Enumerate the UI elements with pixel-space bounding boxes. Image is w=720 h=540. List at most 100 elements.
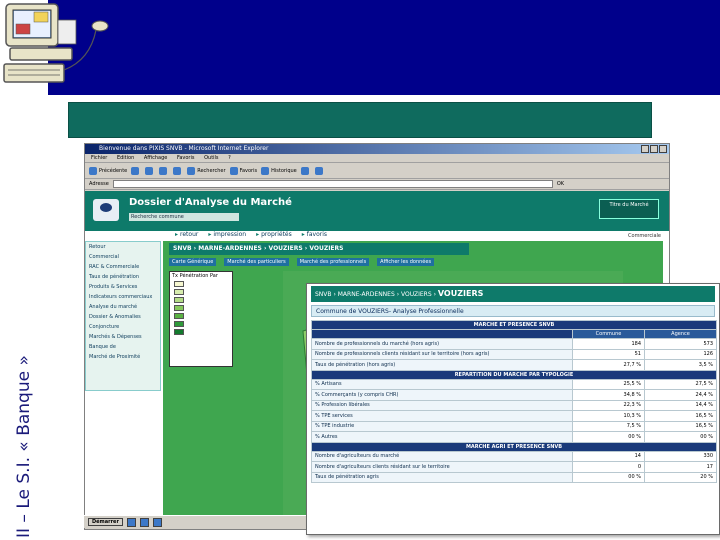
sidebar-item[interactable]: Indicateurs commerciaux: [89, 294, 157, 300]
crumb-link[interactable]: SNVB: [315, 291, 332, 298]
mail-button[interactable]: [300, 163, 311, 178]
crumb-current: VOUZIERS: [309, 245, 344, 252]
row-commune-value: 7,5 %: [572, 420, 645, 432]
sidebar-item[interactable]: Produits & Services: [89, 284, 157, 290]
row-commune-value: 51: [572, 348, 645, 360]
browser-title: Bienvenue dans PIXIS SNVB - Microsoft In…: [99, 145, 269, 152]
commune-search-input[interactable]: Recherche commune: [129, 213, 239, 221]
menu-item[interactable]: Outils: [204, 155, 218, 161]
tab-afficher-donnees[interactable]: Afficher les données: [377, 258, 435, 266]
tab-carte-generique[interactable]: Carte Générique: [169, 258, 217, 266]
sidebar-item[interactable]: Dossier & Anomalies: [89, 314, 157, 320]
map-tabs: Carte Générique Marché des particuliers …: [169, 258, 435, 266]
legend-swatch: [174, 329, 184, 335]
address-label: Adresse: [89, 180, 109, 187]
history-icon: [261, 166, 270, 175]
section-header-row: REPARTITION DU MARCHE PAR TYPOLOGIE: [311, 369, 717, 380]
row-agence-value: 16,5 %: [644, 420, 717, 432]
mail-icon: [300, 166, 309, 175]
home-button[interactable]: [173, 163, 183, 178]
maximize-button[interactable]: [650, 145, 658, 153]
nav-favorites-link[interactable]: favoris: [302, 231, 327, 241]
crumb-link[interactable]: MARNE-ARDENNES: [338, 291, 395, 298]
row-label: Nombre de professionnels clients résidan…: [311, 348, 573, 360]
nav-back-link[interactable]: retour: [175, 231, 198, 241]
row-commune-value: 34,8 %: [572, 389, 645, 401]
table-row: % Artisans 25,5 % 27,5 %: [311, 378, 717, 390]
row-commune-value: 00 %: [572, 431, 645, 443]
row-commune-value: 10,3 %: [572, 410, 645, 422]
go-button[interactable]: OK: [557, 179, 564, 190]
sidebar-item[interactable]: RAC & Commerciale: [89, 264, 157, 270]
sidebar-item[interactable]: Marché de Proximité: [89, 354, 157, 360]
menu-item[interactable]: ?: [228, 155, 231, 161]
menu-bar: Fichier Edition Affichage Favoris Outils…: [85, 154, 669, 163]
sidebar-item[interactable]: Retour: [89, 244, 157, 250]
forward-button[interactable]: [131, 163, 141, 178]
start-button[interactable]: Démarrer: [88, 518, 123, 526]
table-row: % Commerçants (y compris CHR) 34,8 % 24,4 …: [311, 389, 717, 401]
map-legend: Tx Pénétration Par: [169, 271, 233, 367]
sidebar-item[interactable]: Banque de: [89, 344, 157, 350]
minimize-button[interactable]: [641, 145, 649, 153]
tab-professionnels[interactable]: Marché des professionnels: [296, 258, 370, 266]
legend-swatch: [174, 297, 184, 303]
page-nav: retour impression propriétés favoris: [175, 231, 327, 241]
row-label: Taux de pénétration (hors agris): [311, 359, 573, 371]
section-header-row: MARCHE ET PRESENCE SNVB: [311, 320, 717, 330]
crumb-link[interactable]: VOUZIERS: [269, 245, 303, 252]
teal-banner: [68, 102, 652, 138]
header-agence: Agence: [644, 329, 717, 339]
sidebar-item[interactable]: Taux de pénétration: [89, 274, 157, 280]
favorites-button[interactable]: Favoris: [229, 163, 257, 178]
legend-swatch: [174, 281, 184, 287]
page-title: Dossier d'Analyse du Marché: [129, 197, 292, 208]
section-title: REPARTITION DU MARCHE PAR TYPOLOGIE: [311, 369, 717, 380]
history-button[interactable]: Historique: [261, 163, 297, 178]
row-label: % Autres: [311, 431, 573, 443]
sidebar-item[interactable]: Commercial: [89, 254, 157, 260]
legend-swatch: [174, 321, 184, 327]
nav-properties-link[interactable]: propriétés: [256, 231, 292, 241]
browser-titlebar: Bienvenue dans PIXIS SNVB - Microsoft In…: [85, 144, 669, 154]
menu-item[interactable]: Fichier: [91, 155, 107, 161]
crumb-current: VOUZIERS: [437, 289, 484, 298]
tab-particuliers[interactable]: Marché des particuliers: [224, 258, 289, 266]
sidebar-item[interactable]: Analyse du marché: [89, 304, 157, 310]
table-row: Nombre d'agriculteurs du marché 14 330: [311, 450, 717, 462]
nav-print-link[interactable]: impression: [208, 231, 246, 241]
back-button[interactable]: Précédente: [89, 163, 127, 178]
map-breadcrumb: SNVB › MARNE-ARDENNES › VOUZIERS › VOUZI…: [169, 243, 469, 255]
address-input[interactable]: [112, 180, 553, 188]
table-row: Nombre de professionnels clients résidan…: [311, 348, 717, 360]
menu-item[interactable]: Edition: [117, 155, 134, 161]
quicklaunch-icon[interactable]: [139, 517, 149, 527]
row-agence-value: 330: [644, 450, 717, 462]
stop-button[interactable]: [145, 163, 155, 178]
crumb-link[interactable]: SNVB: [173, 245, 192, 252]
table-row: % TPE industrie 7,5 % 16,5 %: [311, 420, 717, 432]
row-agence-value: 573: [644, 338, 717, 350]
print-button[interactable]: [314, 163, 325, 178]
legend-title: Tx Pénétration Par: [172, 273, 218, 279]
row-label: % Commerçants (y compris CHR): [311, 389, 573, 401]
table-header-row: Commune Agence: [311, 329, 717, 339]
sidebar-item[interactable]: Conjoncture: [89, 324, 157, 330]
crumb-link[interactable]: MARNE-ARDENNES: [198, 245, 262, 252]
search-button[interactable]: Rechercher: [187, 163, 226, 178]
header-commune: Commune: [572, 329, 645, 339]
close-button[interactable]: [659, 145, 667, 153]
refresh-button[interactable]: [159, 163, 169, 178]
menu-item[interactable]: Affichage: [144, 155, 168, 161]
panel-breadcrumb: SNVB › MARNE-ARDENNES › VOUZIERS › VOUZI…: [311, 286, 715, 302]
row-agence-value: 17: [644, 461, 717, 473]
legend-swatch: [174, 305, 184, 311]
crumb-link[interactable]: VOUZIERS: [401, 291, 432, 298]
sidebar-item[interactable]: Marchés & Dépenses: [89, 334, 157, 340]
slide: II – Le S.I. « Banque » Bienvenue dans P…: [0, 0, 720, 540]
row-agence-value: 14,4 %: [644, 399, 717, 411]
quicklaunch-icon[interactable]: [126, 517, 136, 527]
market-title-box[interactable]: Titre du Marché: [599, 199, 659, 219]
menu-item[interactable]: Favoris: [177, 155, 195, 161]
quicklaunch-icon[interactable]: [152, 517, 162, 527]
